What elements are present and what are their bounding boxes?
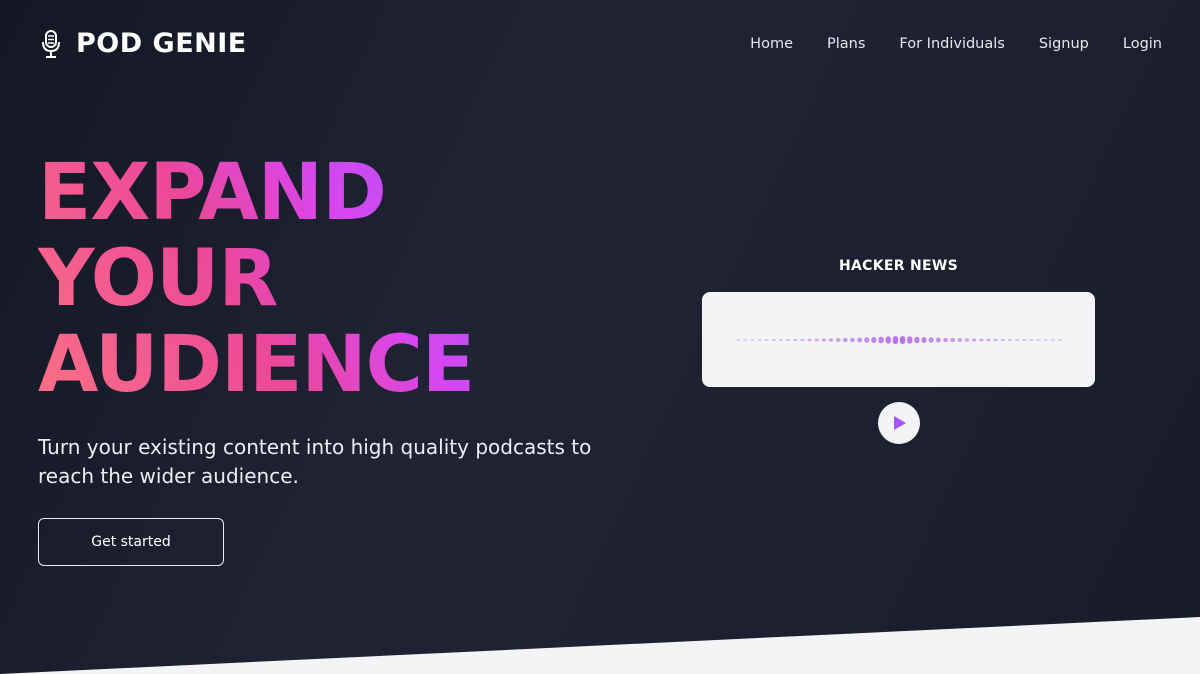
waveform-bar — [914, 336, 920, 344]
waveform-bar — [907, 336, 913, 344]
waveform-bar — [885, 336, 891, 344]
waveform-bar — [835, 338, 841, 342]
hero-title-line-1: EXPAND — [38, 148, 386, 238]
waveform-bar — [1036, 339, 1041, 341]
waveform-bar — [864, 337, 870, 343]
waveform-bar — [899, 336, 906, 344]
hero-title-line-2: YOUR — [38, 234, 278, 324]
waveform-bar — [1007, 339, 1012, 341]
waveform-bar — [971, 338, 977, 342]
nav-for-individuals[interactable]: For Individuals — [899, 36, 1004, 52]
waveform-bar — [1043, 339, 1048, 341]
waveform-bar — [743, 339, 748, 341]
waveform-bar — [757, 339, 762, 341]
player-title: HACKER NEWS — [839, 258, 958, 274]
waveform-bar — [950, 338, 955, 343]
waveform-bar — [814, 338, 819, 342]
waveform-bar — [1015, 339, 1020, 341]
waveform-bar — [871, 337, 877, 343]
waveform-bar — [878, 336, 884, 344]
brand-logo[interactable]: POD GENIE — [40, 28, 247, 59]
hero-subtitle: Turn your existing content into high qua… — [38, 435, 592, 488]
waveform-bar — [807, 338, 812, 342]
waveform-bar — [821, 338, 827, 342]
waveform-bar — [750, 339, 755, 341]
waveform-bar — [850, 337, 855, 343]
waveform-bar — [1058, 339, 1062, 341]
section-divider — [0, 617, 1200, 674]
waveform-bar — [800, 338, 805, 341]
waveform-bar — [993, 338, 998, 341]
play-button[interactable] — [878, 402, 920, 444]
waveform-bar — [1029, 339, 1034, 341]
waveform-bar — [1050, 339, 1055, 341]
brand-name: POD GENIE — [76, 28, 247, 59]
hero-title: EXPAND YOUR AUDIENCE — [38, 150, 474, 408]
nav-signup[interactable]: Signup — [1039, 36, 1089, 52]
waveform-bar — [736, 339, 740, 341]
play-icon — [894, 416, 906, 430]
waveform-bar — [1022, 339, 1027, 341]
waveform-bar — [771, 339, 776, 341]
landing-page: POD GENIE Home Plans For Individuals Sig… — [0, 0, 1200, 674]
main-nav: Home Plans For Individuals Signup Login — [750, 36, 1162, 52]
waveform-bar — [764, 339, 769, 341]
waveform-bar — [857, 337, 862, 343]
waveform-bar — [843, 338, 848, 343]
waveform-bar — [921, 337, 927, 343]
waveform-bar — [986, 338, 991, 342]
waveform-bar — [778, 339, 783, 341]
hero-title-line-3: AUDIENCE — [38, 320, 475, 410]
waveform-card[interactable] — [702, 292, 1095, 387]
microphone-icon — [40, 29, 62, 59]
waveform-bar — [957, 338, 963, 342]
waveform-bar — [892, 336, 899, 344]
waveform-bar — [793, 339, 798, 341]
nav-home[interactable]: Home — [750, 36, 793, 52]
waveform-bar — [964, 338, 970, 342]
waveform-bar — [828, 338, 834, 342]
get-started-button[interactable]: Get started — [38, 518, 224, 566]
waveform-bar — [786, 339, 791, 341]
nav-login[interactable]: Login — [1123, 36, 1162, 52]
waveform-bar — [979, 338, 984, 342]
waveform-bar — [943, 337, 948, 343]
nav-plans[interactable]: Plans — [827, 36, 865, 52]
waveform-bar — [928, 337, 934, 343]
waveform-icon — [736, 336, 1062, 344]
waveform-bar — [936, 337, 941, 343]
waveform-bar — [1000, 339, 1005, 341]
